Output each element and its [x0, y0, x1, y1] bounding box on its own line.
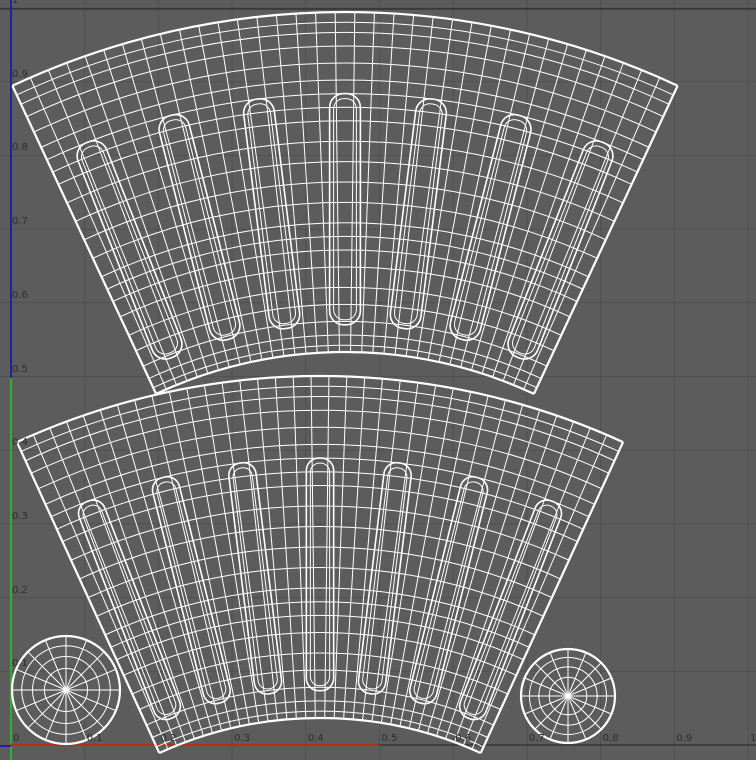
disc-spoke	[65, 651, 105, 691]
x-tick-label: 0.7	[528, 733, 545, 744]
mesh-edge-radial	[203, 385, 260, 723]
mesh-edge-radial	[116, 404, 214, 734]
slot-outline	[389, 97, 448, 330]
mesh-edge-radial	[399, 391, 472, 727]
y-tick-label: 1	[12, 0, 19, 6]
mesh-edge-ring	[50, 457, 590, 518]
mesh-edge-radial	[438, 29, 512, 363]
y-tick-label: 0.5	[12, 363, 28, 375]
slot-inner-rect	[362, 467, 408, 690]
x-tick-label: 0	[13, 733, 20, 744]
mesh-edge-radial	[221, 382, 269, 722]
mesh-edge-radial	[371, 382, 419, 722]
mesh-edge-radial	[236, 19, 285, 357]
y-tick-label: 0.9	[12, 68, 28, 80]
mesh-edge-radial	[513, 69, 643, 386]
y-tick-label: 0.4	[12, 437, 28, 449]
mesh-edge-radial	[257, 378, 288, 720]
mesh-edge-radial	[239, 380, 278, 721]
x-tick-label: 0.1	[86, 733, 103, 744]
mesh-edge-radial	[380, 385, 437, 723]
mesh-edge-ring	[155, 350, 535, 395]
uv-shell-right-disc[interactable]	[519, 647, 617, 745]
uv-shell-upper[interactable]	[11, 10, 679, 395]
uv-mesh[interactable]	[0, 0, 756, 760]
mesh-edge-radial	[65, 421, 187, 743]
y-tick-label: 0.2	[12, 584, 28, 596]
mesh-edge-radial	[394, 16, 434, 355]
x-tick-label: 0.8	[602, 733, 619, 744]
x-tick-label: 0.3	[234, 733, 250, 744]
x-tick-label: 0.2	[160, 733, 177, 744]
x-tick-label: 0.4	[307, 733, 324, 744]
mesh-edge-radial	[178, 29, 252, 363]
mesh-edge-radial	[275, 14, 307, 354]
y-tick-label: 0.7	[12, 216, 28, 228]
slot-inner-rect	[393, 103, 443, 325]
mesh-edge-radial	[134, 399, 223, 731]
y-tick-label: 0.8	[12, 142, 28, 154]
mesh-edge-radial	[481, 49, 587, 374]
mesh-edge-radial	[426, 404, 524, 734]
slot-rect	[328, 92, 362, 326]
mesh-edge-radial	[462, 427, 591, 746]
mesh-edge-ring	[11, 10, 679, 87]
mesh-edge-radial	[405, 19, 454, 357]
mesh-edge-radial	[103, 49, 209, 374]
mesh-edge-radial	[436, 409, 541, 737]
slot-rect	[389, 97, 448, 330]
mesh-edge-radial	[460, 38, 550, 368]
mesh-edge-radial	[15, 441, 161, 754]
mesh-edge-radial	[532, 85, 679, 395]
slot-inner-rect	[232, 467, 278, 690]
mesh-edge-radial	[256, 16, 296, 355]
slot-outline	[242, 97, 301, 330]
mesh-edge-radial	[168, 391, 241, 727]
mesh-edge-ring	[30, 409, 610, 474]
mesh-edge-radial	[11, 85, 158, 395]
mesh-edge-radial	[47, 69, 177, 386]
mesh-edge-ring	[45, 443, 595, 505]
mesh-edge-radial	[352, 378, 383, 720]
uv-editor-viewport[interactable]: 0 0.1 0.2 0.3 0.4 0.5 0.6 0.7 0.8 0.9 1 0.1 0.2 0.3 0.…	[0, 0, 756, 760]
slot-outline	[328, 92, 362, 326]
mesh-edge-ring	[56, 471, 584, 530]
disc-spoke	[27, 689, 67, 729]
mesh-edge-radial	[453, 421, 575, 743]
y-tick-label: 0.3	[12, 510, 28, 522]
x-tick-label: 0.6	[455, 733, 472, 744]
y-tick-label: 0.6	[12, 289, 28, 301]
slot-outline	[305, 457, 335, 692]
mesh-edge-radial	[362, 380, 401, 721]
x-tick-label: 0.5	[381, 733, 398, 744]
slot-inner-rect	[247, 103, 297, 325]
mesh-edge-radial	[140, 38, 230, 368]
uv-shell-left-disc[interactable]	[10, 634, 122, 746]
y-tick-label: 0.1	[12, 658, 28, 670]
x-tick-label: 0.9	[676, 733, 693, 744]
mesh-edge-radial	[417, 399, 506, 731]
disc-spoke	[65, 689, 105, 729]
mesh-edge-radial	[99, 409, 204, 737]
x-tick-label: 1	[750, 733, 756, 744]
disc-spoke	[27, 651, 67, 691]
slot-rect	[242, 97, 301, 330]
mesh-edge-radial	[383, 14, 415, 354]
